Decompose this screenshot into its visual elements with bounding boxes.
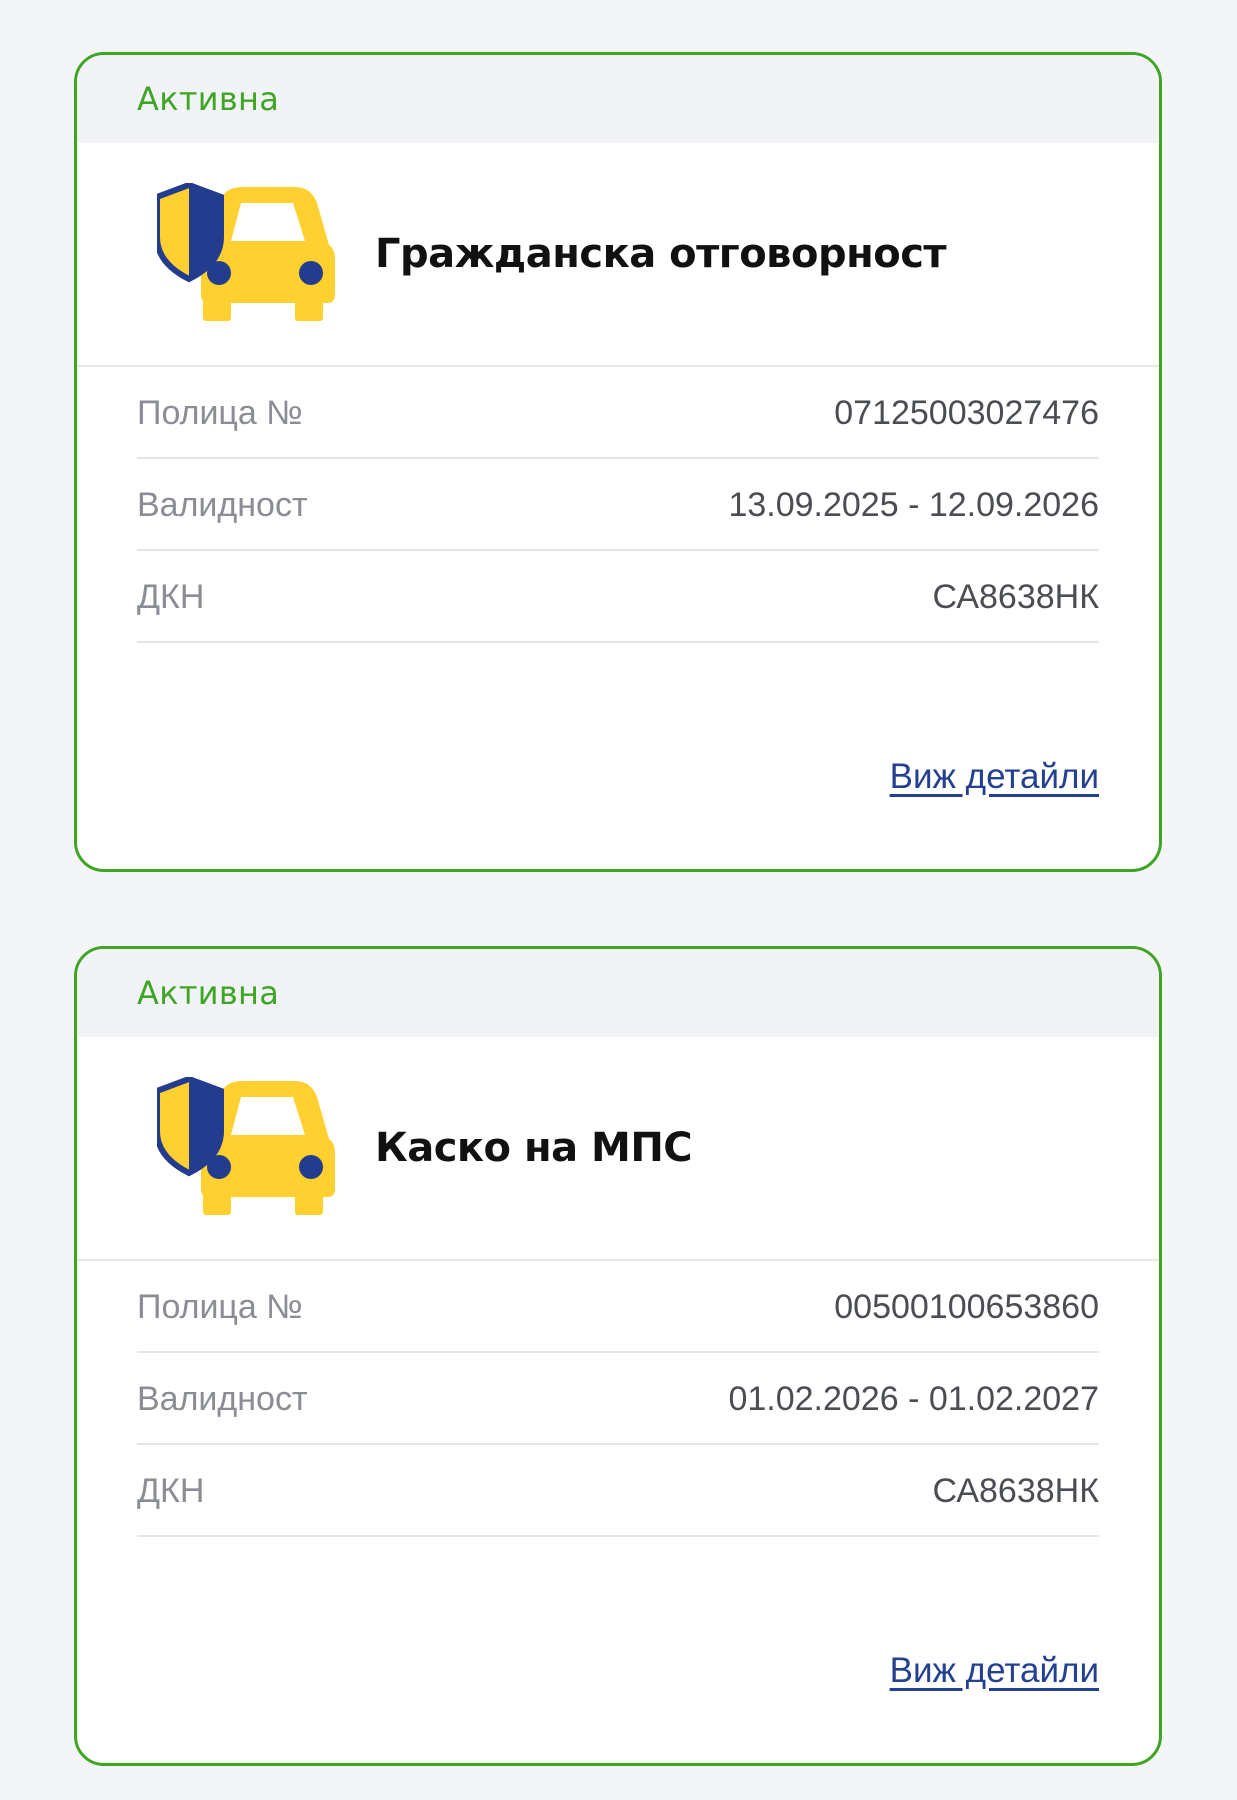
detail-label: Валидност — [137, 1379, 308, 1418]
policy-details: Полица № 00500100653860 Валидност 01.02.… — [137, 1263, 1099, 1537]
view-details-link[interactable]: Виж детайли — [890, 1651, 1099, 1690]
detail-label: Валидност — [137, 485, 308, 524]
policy-product: Каско на МПС — [77, 1037, 1159, 1261]
detail-value: 07125003027476 — [834, 393, 1099, 432]
policy-title: Каско на МПС — [375, 1125, 693, 1171]
policy-card: Активна Каско на МПС Полица № 0050010065… — [74, 946, 1162, 1766]
detail-row-validity: Валидност 01.02.2026 - 01.02.2027 — [137, 1355, 1099, 1445]
policy-product: Гражданска отговорност — [77, 143, 1159, 367]
detail-value: 00500100653860 — [834, 1287, 1099, 1326]
car-shield-icon — [157, 1077, 335, 1215]
detail-value: 01.02.2026 - 01.02.2027 — [728, 1379, 1099, 1418]
card-header: Активна — [77, 949, 1159, 1037]
detail-value: СА8638НК — [932, 1471, 1099, 1510]
detail-value: 13.09.2025 - 12.09.2026 — [728, 485, 1099, 524]
detail-row-policy-number: Полица № 00500100653860 — [137, 1263, 1099, 1353]
detail-value: СА8638НК — [932, 577, 1099, 616]
view-details-link[interactable]: Виж детайли — [890, 757, 1099, 796]
detail-label: Полица № — [137, 1287, 303, 1326]
status-badge: Активна — [137, 974, 280, 1012]
status-badge: Активна — [137, 80, 280, 118]
detail-row-plate: ДКН СА8638НК — [137, 553, 1099, 643]
detail-row-validity: Валидност 13.09.2025 - 12.09.2026 — [137, 461, 1099, 551]
detail-label: ДКН — [137, 577, 205, 616]
car-shield-icon — [157, 183, 335, 321]
policy-card: Активна Гражданска отговорност Полица № … — [74, 52, 1162, 872]
detail-row-policy-number: Полица № 07125003027476 — [137, 369, 1099, 459]
policy-title: Гражданска отговорност — [375, 231, 947, 277]
detail-row-plate: ДКН СА8638НК — [137, 1447, 1099, 1537]
card-header: Активна — [77, 55, 1159, 143]
detail-label: Полица № — [137, 393, 303, 432]
detail-label: ДКН — [137, 1471, 205, 1510]
policy-details: Полица № 07125003027476 Валидност 13.09.… — [137, 369, 1099, 643]
